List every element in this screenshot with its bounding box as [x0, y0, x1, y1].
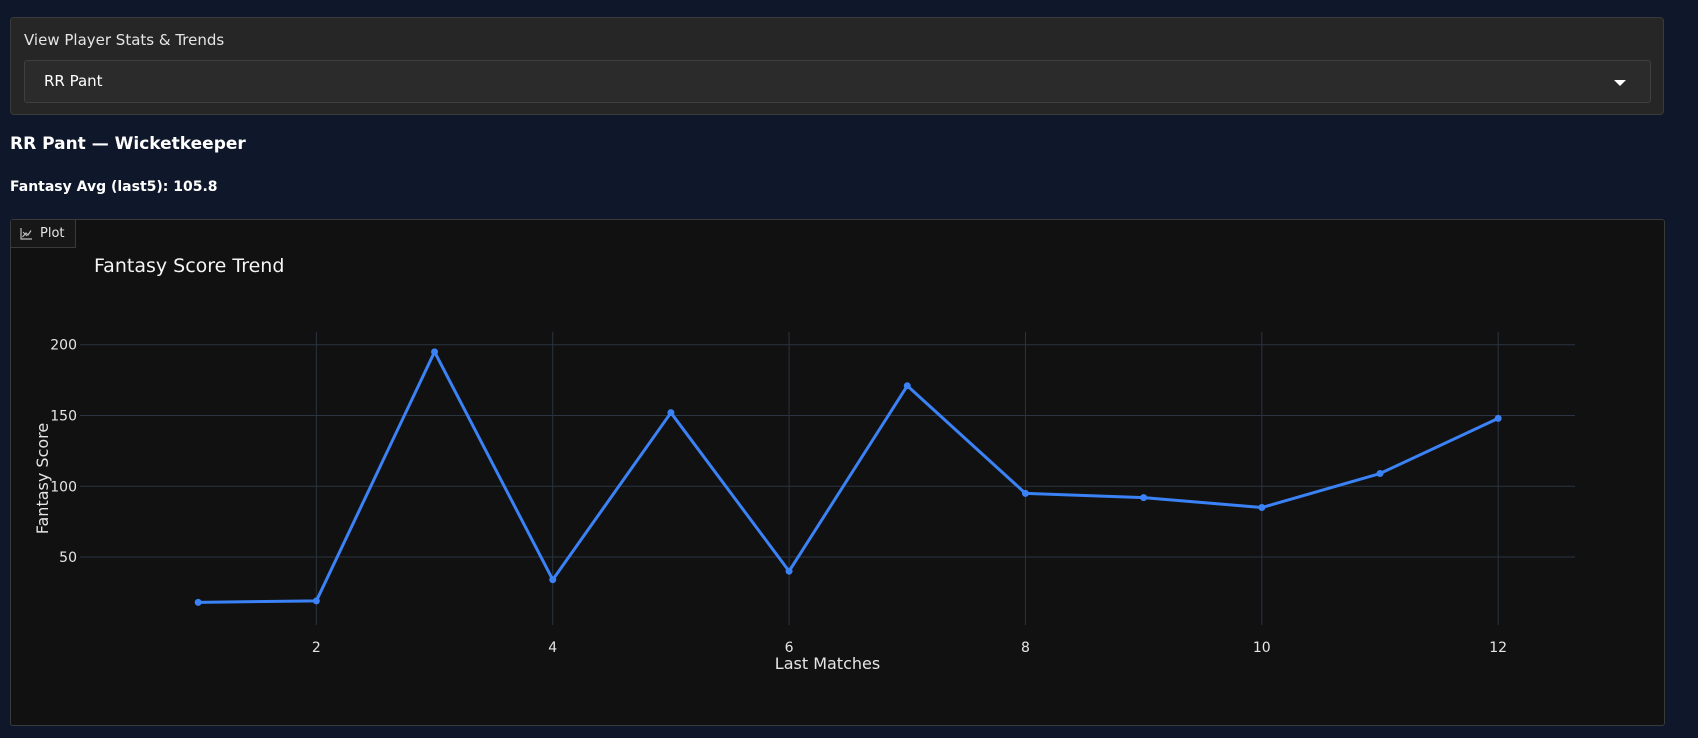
caret-down-icon[interactable]: [1614, 80, 1626, 86]
y-tick-label: 50: [59, 550, 77, 566]
data-point: [903, 382, 911, 390]
data-point: [1376, 470, 1384, 478]
y-axis-label: Fantasy Score: [33, 423, 52, 534]
data-point: [785, 567, 793, 575]
x-tick-label: 4: [548, 640, 557, 656]
plot-tab-label: Plot: [40, 226, 65, 241]
player-dropdown[interactable]: RR Pant: [24, 60, 1651, 103]
data-point: [667, 409, 675, 417]
player-selector-panel: View Player Stats & Trends RR Pant: [10, 17, 1664, 115]
series-line: [198, 350, 1499, 604]
plot-panel: 50 100 150 200 2 4 6 8 10 12 Fantasy Score Trend La…: [10, 219, 1665, 726]
fantasy-avg-text: Fantasy Avg (last5): 105.8: [10, 179, 218, 195]
dropdown-selected-value: RR Pant: [44, 72, 103, 90]
data-point: [1494, 414, 1502, 422]
x-tick-label: 10: [1253, 640, 1271, 656]
data-point: [549, 576, 557, 584]
y-tick-label: 200: [50, 338, 77, 354]
player-heading: RR Pant — Wicketkeeper: [10, 134, 246, 154]
data-point: [1258, 504, 1266, 512]
fantasy-score-chart: 501001502002 4 6 8 10 12Fantasy Score TrendLa…: [33, 255, 1575, 673]
x-tick-label: 8: [1021, 640, 1030, 656]
y-tick-label: 100: [50, 479, 77, 495]
x-tick-label: 12: [1489, 640, 1507, 656]
chart-title: Fantasy Score Trend: [94, 255, 284, 277]
selector-label: View Player Stats & Trends: [24, 31, 225, 49]
chart-icon: [20, 227, 32, 240]
y-tick-label: 150: [50, 409, 77, 425]
data-point: [431, 348, 439, 356]
data-point: [1021, 489, 1029, 497]
data-point: [312, 597, 320, 605]
x-tick-label: 2: [312, 640, 321, 656]
data-point: [1140, 494, 1148, 502]
plot-tab[interactable]: Plot: [11, 220, 76, 248]
x-axis-label: Last Matches: [775, 654, 880, 673]
data-point: [194, 598, 202, 606]
